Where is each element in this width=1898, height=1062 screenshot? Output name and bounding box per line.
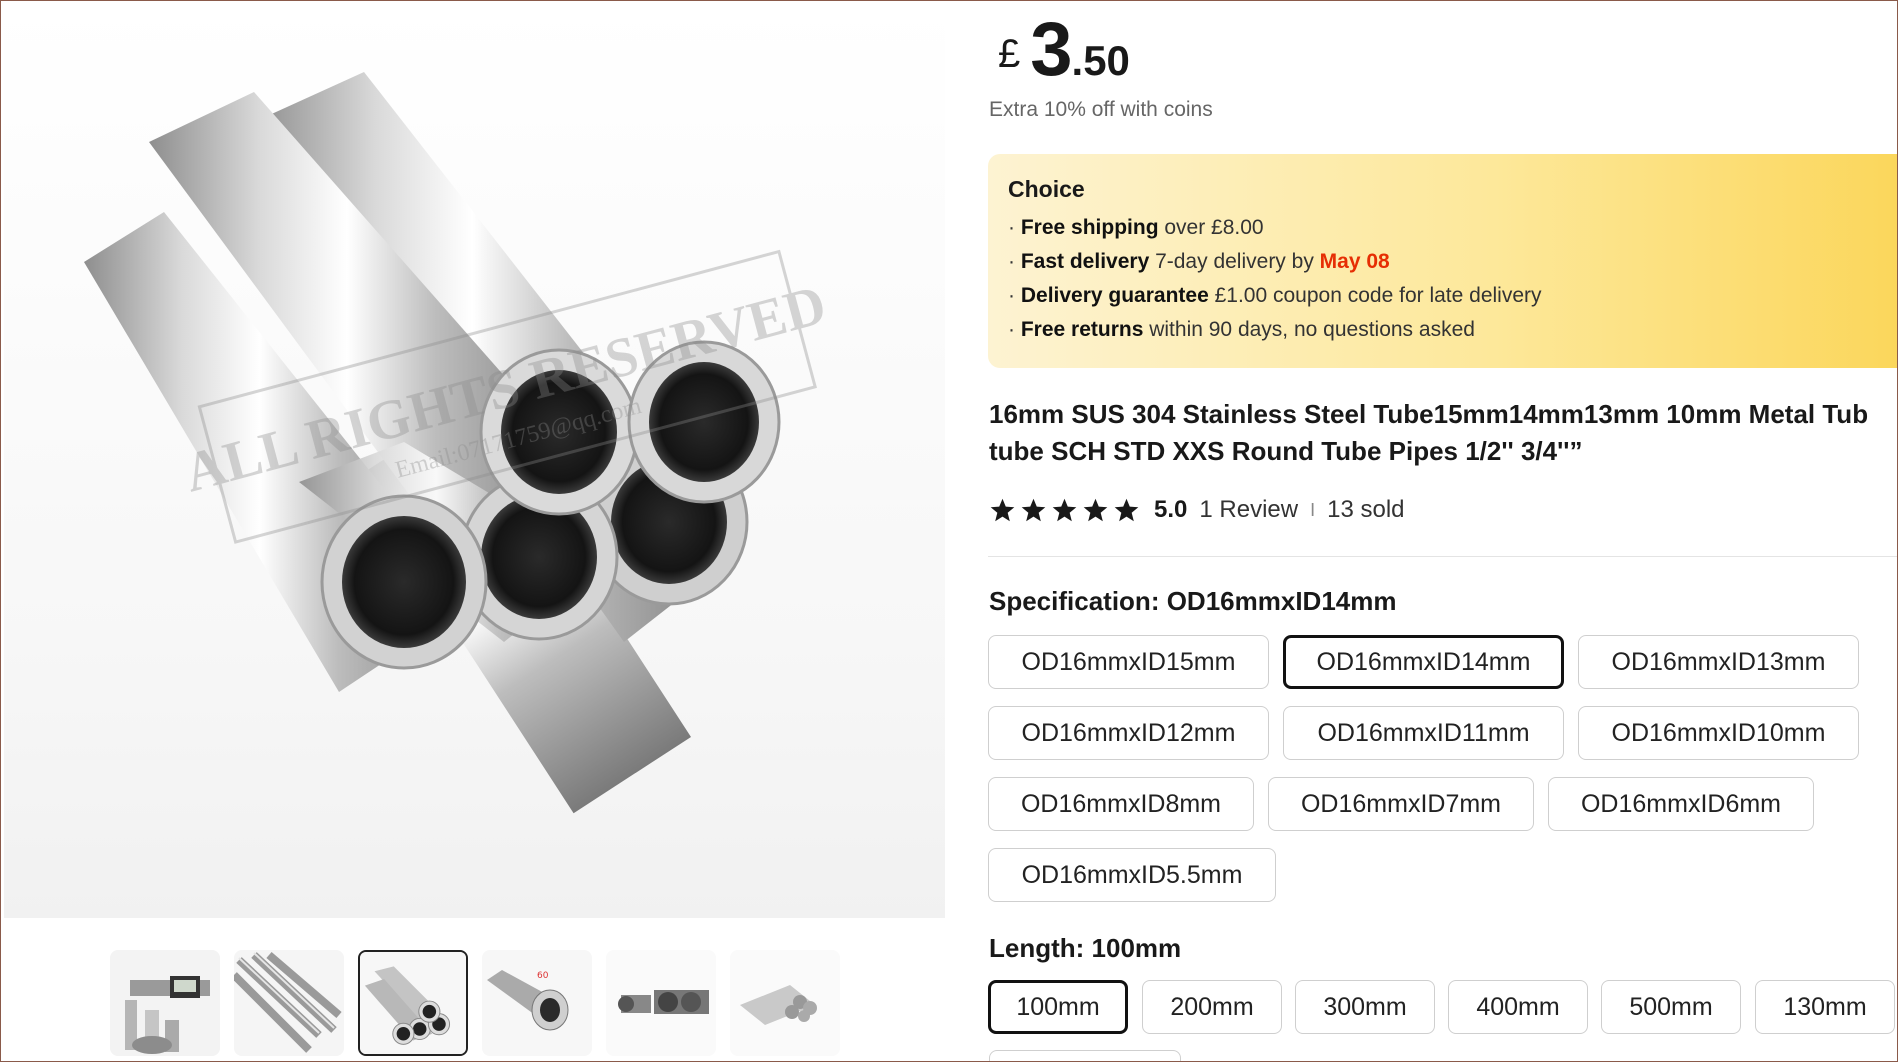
choice-row-free-shipping: · Free shipping over £8.00 xyxy=(1008,216,1264,239)
price-currency: £ xyxy=(998,32,1021,76)
thumb-tube-bundle[interactable] xyxy=(730,950,840,1056)
thumb-caliper[interactable] xyxy=(110,950,220,1056)
choice-row-delivery-guarantee: · Delivery guarantee £1.00 coupon code f… xyxy=(1008,284,1542,307)
thumb-single-tube[interactable]: 60 xyxy=(482,950,592,1056)
choice-row-free-returns: · Free returns within 90 days, no questi… xyxy=(1008,318,1475,341)
length-option[interactable]: 400mm xyxy=(1448,980,1588,1034)
star-icon xyxy=(1114,498,1139,521)
choice-row-fast-delivery: · Fast delivery 7-day delivery by May 08 xyxy=(1008,250,1390,273)
product-title: 16mm SUS 304 Stainless Steel Tube15mm14m… xyxy=(989,396,1889,470)
length-option-selected[interactable]: 100mm xyxy=(988,980,1128,1034)
spec-option[interactable]: OD16mmxID7mm xyxy=(1268,777,1534,831)
spec-option[interactable]: OD16mmxID13mm xyxy=(1578,635,1859,689)
delivery-date: May 08 xyxy=(1319,250,1390,273)
product-title-line2: tube SCH STD XXS Round Tube Pipes 1/2'' … xyxy=(989,436,1583,466)
spec-option[interactable]: OD16mmxID8mm xyxy=(988,777,1254,831)
spec-option[interactable]: OD16mmxID5.5mm xyxy=(988,848,1276,902)
star-rating xyxy=(989,497,1140,524)
star-icon xyxy=(1083,498,1108,521)
product-title-line1: 16mm SUS 304 Stainless Steel Tube15mm14m… xyxy=(989,399,1869,429)
spec-option[interactable]: OD16mmxID6mm xyxy=(1548,777,1814,831)
spec-option[interactable]: OD16mmxID12mm xyxy=(988,706,1269,760)
thumb-tube-pieces[interactable] xyxy=(606,950,716,1056)
price: £3.50 xyxy=(998,6,1130,93)
length-label: Length: 100mm xyxy=(989,933,1182,963)
thumb-tubes-stack[interactable] xyxy=(358,950,468,1056)
specification-label: Specification: OD16mmxID14mm xyxy=(989,586,1397,616)
price-integer: 3 xyxy=(1030,7,1072,92)
length-option[interactable]: 130mm xyxy=(1755,980,1895,1034)
length-option[interactable]: 500mm xyxy=(1601,980,1741,1034)
spec-option-selected[interactable]: OD16mmxID14mm xyxy=(1283,635,1564,689)
star-icon xyxy=(1052,498,1077,521)
divider xyxy=(988,556,1898,557)
spec-option[interactable]: OD16mmxID11mm xyxy=(1283,706,1564,760)
star-icon xyxy=(1021,498,1046,521)
choice-title: Choice xyxy=(1008,176,1085,202)
main-product-image[interactable]: ALL RIGHTS RESERVED Email:07171759@qq.co… xyxy=(4,2,945,918)
reviews-link[interactable]: 1 Review xyxy=(1199,496,1298,524)
thumb-tubes-diagonal[interactable] xyxy=(234,950,344,1056)
rating-score: 5.0 xyxy=(1154,496,1188,523)
star-icon xyxy=(990,498,1015,521)
length-option[interactable]: 200mm xyxy=(1142,980,1282,1034)
svg-text:60: 60 xyxy=(537,971,549,981)
length-option[interactable]: 300mm xyxy=(1295,980,1435,1034)
price-decimal: .50 xyxy=(1071,37,1130,84)
choice-banner[interactable]: Choice · Free shipping over £8.00 · Fast… xyxy=(988,154,1898,368)
rating-separator: I xyxy=(1310,499,1316,520)
spec-option[interactable]: OD16mmxID10mm xyxy=(1578,706,1859,760)
spec-option[interactable]: OD16mmxID15mm xyxy=(988,635,1269,689)
length-option-partial[interactable] xyxy=(989,1050,1181,1062)
rating-row: 5.0 1 Review I 13 sold xyxy=(989,492,1405,528)
thumbnail-strip: 60 xyxy=(110,950,840,1060)
product-info-panel: £3.50 Extra 10% off with coins Choice · … xyxy=(988,0,1898,1062)
sold-count: 13 sold xyxy=(1327,496,1405,523)
coins-discount-text: Extra 10% off with coins xyxy=(989,98,1213,121)
